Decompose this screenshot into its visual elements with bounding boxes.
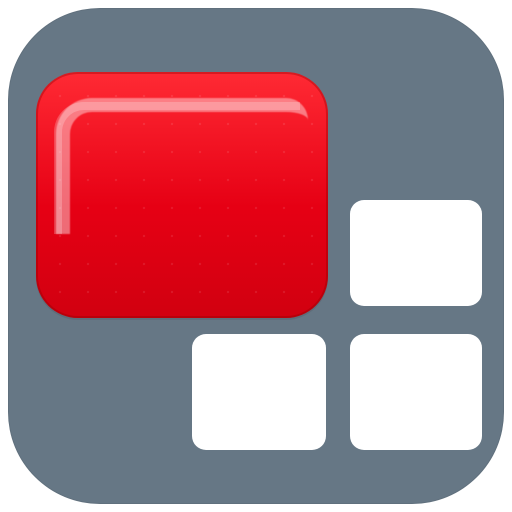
icon-canvas	[0, 0, 512, 512]
gloss-inner-highlight	[54, 102, 300, 234]
white-tile-bottom-left	[192, 334, 326, 450]
white-tile-top-right	[350, 200, 482, 306]
white-tile-bottom-right	[350, 334, 482, 450]
red-window-block	[36, 72, 328, 318]
app-icon[interactable]	[8, 8, 504, 504]
